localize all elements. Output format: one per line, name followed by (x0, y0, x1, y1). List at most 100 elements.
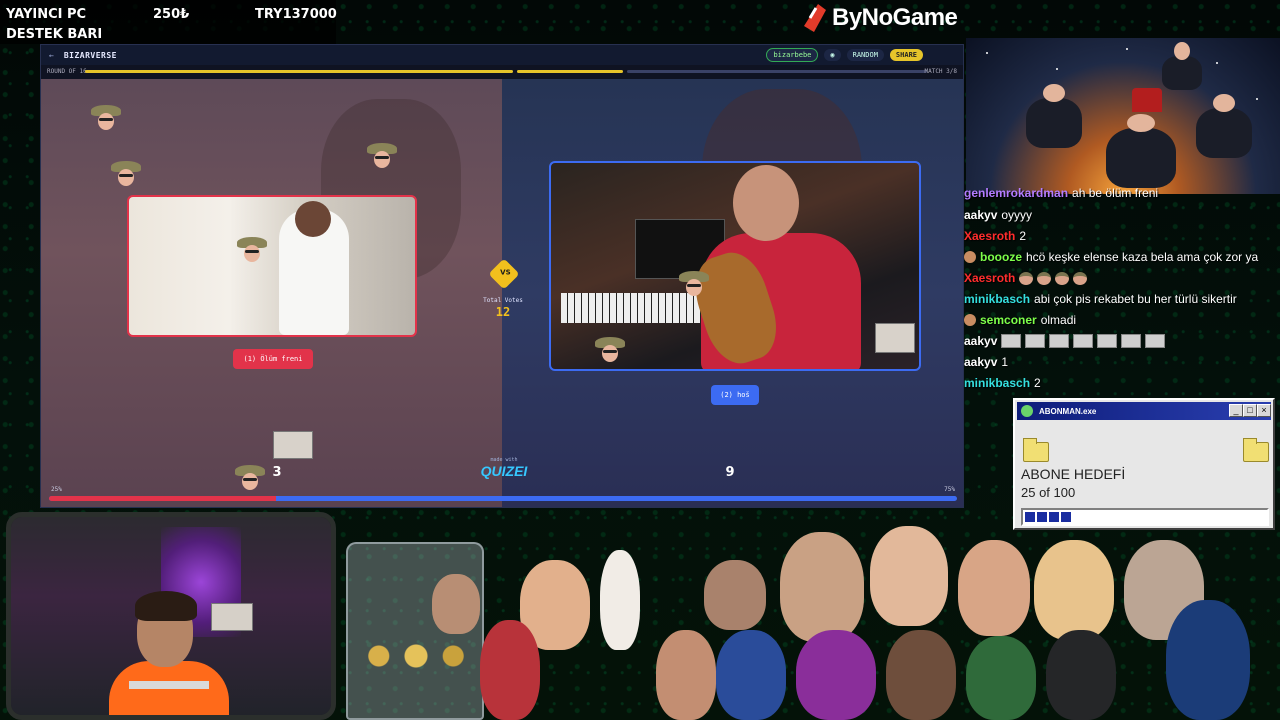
meme-collage (340, 520, 1280, 720)
left-percent-label: 25% (51, 486, 62, 493)
right-option-video[interactable] (549, 161, 921, 371)
minimize-button[interactable]: _ (1229, 404, 1243, 417)
chat-username[interactable]: minikbasch (964, 292, 1030, 306)
chat-message: Xaesroth (964, 271, 1088, 285)
star-icon (1126, 48, 1128, 50)
chat-username[interactable]: boooze (980, 250, 1022, 264)
quiz-header: ← BIZARVERSE bizarbebe ◉ RANDOM SHARE (41, 45, 963, 65)
chat-text: olmadi (1040, 313, 1077, 327)
chat-message: minikbasch abi çok pis rekabet bu her tü… (964, 292, 1237, 306)
left-video-person (279, 201, 349, 335)
chat-username[interactable]: genlemrokardman (964, 188, 1068, 200)
chat-username[interactable]: aakyv (964, 355, 997, 369)
sticker-emote-icon (1121, 334, 1142, 348)
left-option-video[interactable] (127, 195, 417, 337)
chat-message: boooze hcö keşke elense kaza bela ama ço… (964, 250, 1258, 264)
star-icon (1256, 98, 1258, 100)
round-progress-segment-3 (627, 70, 927, 73)
right-video-head (733, 165, 799, 241)
back-arrow-icon[interactable]: ← (49, 51, 54, 60)
stat-goal: TRY137000 (255, 7, 337, 22)
quizei-logo[interactable]: QUIZEI (479, 463, 529, 479)
left-option-button[interactable]: (1) Ölüm freni (233, 349, 313, 369)
chat-username[interactable]: aakyv (964, 208, 997, 222)
user-badge-icon (964, 314, 976, 326)
chat-username[interactable]: Xaesroth (964, 271, 1015, 285)
stat-row-support: DESTEK BARI (6, 27, 102, 42)
goal-window-titlebar[interactable]: ABONMAN.exe _ □ × (1017, 402, 1271, 420)
stat-label-support: DESTEK BARI (6, 27, 103, 42)
chat-username[interactable]: minikbasch (964, 376, 1030, 390)
goal-window-title: ABONMAN.exe (1039, 406, 1097, 416)
collage-face (480, 620, 540, 720)
right-vote-count: 9 (725, 465, 735, 480)
chat-text: 2 (1019, 229, 1027, 243)
app-icon (1021, 405, 1033, 417)
stat-row-pc: YAYINCI PC 250₺ TRY137000 (6, 7, 337, 22)
fez-icon (1132, 88, 1162, 112)
chat-text: 2 (1034, 376, 1041, 390)
space-artwork (966, 38, 1280, 194)
goal-progress-text: 25 of 100 (1021, 485, 1076, 500)
round-progress-segment-1 (85, 70, 513, 73)
random-button[interactable]: RANDOM (846, 49, 884, 61)
soldier-emote-icon (1073, 271, 1088, 285)
chat-text: abi çok pis rekabet bu her türlü sikerti… (1034, 292, 1237, 306)
quiz-brand: BIZARVERSE (63, 50, 117, 60)
vote-split-bar (49, 496, 957, 501)
sticker-emote-icon (1049, 334, 1070, 348)
collage-face (1166, 600, 1250, 720)
collage-face (704, 560, 766, 630)
soldier-emote-icon (111, 161, 141, 187)
folder-icon (1243, 438, 1269, 462)
chat-panel: genlemrokardman ah be ölüm freni aakyv o… (962, 188, 1280, 394)
round-progress: ROUND OF 16 MATCH 3/8 (41, 65, 963, 79)
sticker-emote-icon (211, 603, 253, 631)
user-pill[interactable]: bizarbebe (766, 48, 819, 62)
chat-username[interactable]: Xaesroth (964, 229, 1015, 243)
soldier-emote-icon (91, 105, 121, 131)
collage-face (716, 630, 786, 720)
total-votes-count: 12 (495, 305, 511, 319)
left-vote-count: 3 (272, 465, 282, 480)
sticker-emote-icon (1097, 334, 1118, 348)
collage-face (656, 630, 716, 720)
collage-face (1034, 540, 1114, 640)
flying-figure (1026, 84, 1082, 148)
maximize-button[interactable]: □ (1243, 404, 1257, 417)
chat-message: semconer olmadi (964, 313, 1076, 327)
soldier-emote-icon (679, 271, 709, 297)
flying-figure (1106, 114, 1176, 188)
collage-face (958, 540, 1030, 636)
chat-text: 1 (1001, 355, 1009, 369)
close-button[interactable]: × (1257, 404, 1271, 417)
safety-vest (109, 661, 229, 715)
collage-face (870, 526, 948, 626)
soldier-emote-icon (595, 337, 625, 363)
flying-figure (1162, 42, 1202, 90)
collage-face (600, 550, 640, 650)
eye-icon[interactable]: ◉ (824, 49, 841, 61)
logo-text: ByNoGame (832, 4, 958, 31)
chat-username[interactable]: semconer (980, 313, 1037, 327)
share-button[interactable]: SHARE (889, 49, 923, 61)
right-video-keyboard (561, 293, 711, 323)
star-icon (1056, 68, 1058, 70)
chat-text: hcö keşke elense kaza bela ama çok zor y… (1026, 250, 1259, 264)
soldier-emote-icon (237, 237, 267, 263)
vs-text: VS (500, 268, 511, 277)
collage-face (1046, 630, 1116, 720)
support-stat-bar: YAYINCI PC 250₺ TRY137000 DESTEK BARI (0, 0, 337, 44)
chat-username[interactable]: aakyv (964, 334, 997, 348)
chat-message: aakyv (964, 334, 1166, 348)
right-option-button[interactable]: (2) hoš (711, 385, 759, 405)
collage-face (966, 636, 1036, 720)
soldier-emote-icon (1019, 271, 1034, 285)
flying-figure (1196, 94, 1252, 158)
chat-text: oyyyy (1001, 208, 1033, 222)
collage-face (886, 630, 956, 720)
chat-message: aakyv oyyyy (964, 208, 1032, 222)
soldier-emote-icon (1037, 271, 1052, 285)
sticker-emote-icon (1001, 334, 1022, 348)
stat-amount: 250₺ (153, 7, 190, 22)
